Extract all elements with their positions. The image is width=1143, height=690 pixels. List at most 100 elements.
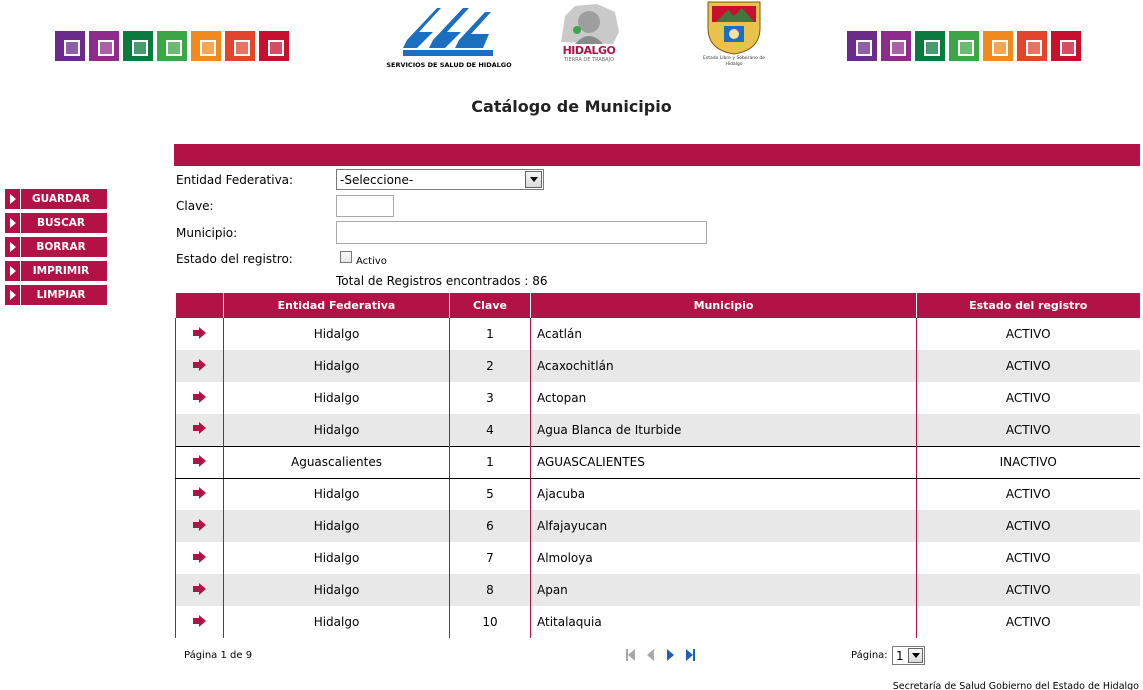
arrow-right-icon[interactable] <box>193 358 206 371</box>
arrow-right-icon[interactable] <box>193 422 206 435</box>
arrow-right-icon[interactable] <box>193 582 206 595</box>
color-square-icon <box>157 31 187 61</box>
imprimir-button[interactable]: IMPRIMIR <box>5 261 107 281</box>
cell-estado: ACTIVO <box>916 606 1140 638</box>
table-row[interactable]: Aguascalientes 1 AGUASCALIENTES INACTIVO <box>175 445 1140 479</box>
cell-entidad: Hidalgo <box>223 414 450 446</box>
table-row[interactable]: Hidalgo 8 Apan ACTIVO <box>175 574 1140 606</box>
arrow-right-icon[interactable] <box>193 390 206 403</box>
limpiar-button[interactable]: LIMPIAR <box>5 285 107 305</box>
chevron-down-icon[interactable] <box>908 648 923 663</box>
chevron-down-icon[interactable] <box>525 171 542 188</box>
color-square-icon <box>1051 31 1081 61</box>
header: SERVICIOS DE SALUD DE HIDALGO HIDALGO TI… <box>0 0 1143 78</box>
cell-clave: 3 <box>449 382 531 414</box>
table-row[interactable]: Hidalgo 3 Actopan ACTIVO <box>175 382 1140 414</box>
limpiar-button-label: LIMPIAR <box>36 289 86 301</box>
cell-entidad: Hidalgo <box>223 318 450 350</box>
row-select-cell[interactable] <box>175 318 224 350</box>
row-select-cell[interactable] <box>175 606 224 638</box>
cell-clave: 2 <box>449 350 531 382</box>
guardar-button[interactable]: GUARDAR <box>5 189 107 209</box>
cell-entidad: Hidalgo <box>223 382 450 414</box>
arrow-right-icon[interactable] <box>193 454 206 467</box>
row-select-cell[interactable] <box>175 542 224 574</box>
logo-hidalgo: HIDALGO TIERRA DE TRABAJO <box>553 2 625 72</box>
table-row[interactable]: Hidalgo 4 Agua Blanca de Iturbide ACTIVO <box>175 414 1140 446</box>
arrow-right-icon[interactable] <box>193 486 206 499</box>
table-row[interactable]: Hidalgo 2 Acaxochitlán ACTIVO <box>175 350 1140 382</box>
cell-entidad: Aguascalientes <box>223 445 450 479</box>
next-page-icon[interactable] <box>663 648 677 662</box>
arrow-right-icon[interactable] <box>193 326 206 339</box>
buscar-button[interactable]: BUSCAR <box>5 213 107 233</box>
cell-estado: INACTIVO <box>916 445 1140 479</box>
borrar-button[interactable]: BORRAR <box>5 237 107 257</box>
escudo-logo-text: Estado Libre y Soberano de Hidalgo <box>703 56 765 67</box>
row-select-cell[interactable] <box>175 445 224 479</box>
column-header-estado[interactable]: Estado del registro <box>916 293 1140 318</box>
arrow-right-icon[interactable] <box>193 614 206 627</box>
color-square-icon <box>847 31 877 61</box>
cell-municipio: Ajacuba <box>530 478 917 510</box>
column-header-entidad[interactable]: Entidad Federativa <box>223 293 450 318</box>
color-square-icon <box>55 31 85 61</box>
column-header-clave[interactable]: Clave <box>449 293 531 318</box>
cell-estado: ACTIVO <box>916 350 1140 382</box>
last-page-icon[interactable] <box>683 648 697 662</box>
entidad-label: Entidad Federativa: <box>176 173 294 187</box>
clave-input[interactable] <box>336 195 394 217</box>
municipio-label: Municipio: <box>176 226 238 240</box>
arrow-right-icon[interactable] <box>193 518 206 531</box>
table-header-row: Entidad Federativa Clave Municipio Estad… <box>175 293 1140 318</box>
color-square-icon <box>225 31 255 61</box>
activo-checkbox[interactable] <box>340 251 352 263</box>
play-arrow-icon <box>5 213 21 233</box>
cell-clave: 5 <box>449 478 531 510</box>
cell-municipio: Apan <box>530 574 917 606</box>
cell-entidad: Hidalgo <box>223 606 450 638</box>
cell-estado: ACTIVO <box>916 478 1140 510</box>
column-header-municipio[interactable]: Municipio <box>530 293 917 318</box>
cell-municipio: Acatlán <box>530 318 917 350</box>
municipios-table: Entidad Federativa Clave Municipio Estad… <box>175 293 1140 638</box>
left-color-squares <box>55 31 289 61</box>
row-select-cell[interactable] <box>175 350 224 382</box>
table-row[interactable]: Hidalgo 1 Acatlán ACTIVO <box>175 318 1140 350</box>
cell-clave: 7 <box>449 542 531 574</box>
cell-estado: ACTIVO <box>916 542 1140 574</box>
row-select-cell[interactable] <box>175 574 224 606</box>
footer-text: Secretaría de Salud Gobierno del Estado … <box>892 681 1139 690</box>
table-row[interactable]: Hidalgo 10 Atitalaquia ACTIVO <box>175 606 1140 638</box>
guardar-button-label: GUARDAR <box>32 193 90 205</box>
right-color-squares <box>847 31 1081 61</box>
cell-municipio: Agua Blanca de Iturbide <box>530 414 917 446</box>
cell-estado: ACTIVO <box>916 574 1140 606</box>
first-page-icon[interactable] <box>623 648 637 662</box>
sidebar-actions: GUARDAR BUSCAR BORRAR IMPRIMIR LIMPIAR <box>5 189 107 309</box>
color-square-icon <box>983 31 1013 61</box>
entidad-select[interactable]: -Seleccione- <box>336 169 544 190</box>
borrar-button-label: BORRAR <box>36 241 86 253</box>
prev-page-icon[interactable] <box>643 648 657 662</box>
color-square-icon <box>259 31 289 61</box>
cell-municipio: Atitalaquia <box>530 606 917 638</box>
page-title: Catálogo de Municipio <box>471 97 672 116</box>
table-row[interactable]: Hidalgo 6 Alfajayucan ACTIVO <box>175 510 1140 542</box>
row-select-cell[interactable] <box>175 478 224 510</box>
row-select-cell[interactable] <box>175 510 224 542</box>
row-select-cell[interactable] <box>175 414 224 446</box>
color-square-icon <box>89 31 119 61</box>
page-select[interactable]: 1 <box>892 646 925 665</box>
column-header-select <box>175 293 224 318</box>
logo-servicios-salud: SERVICIOS DE SALUD DE HIDALGO <box>385 0 513 72</box>
color-square-icon <box>881 31 911 61</box>
arrow-right-icon[interactable] <box>193 550 206 563</box>
municipio-input[interactable] <box>336 221 707 244</box>
table-row[interactable]: Hidalgo 7 Almoloya ACTIVO <box>175 542 1140 574</box>
cell-clave: 1 <box>449 445 531 479</box>
row-select-cell[interactable] <box>175 382 224 414</box>
color-square-icon <box>191 31 221 61</box>
table-row[interactable]: Hidalgo 5 Ajacuba ACTIVO <box>175 478 1140 510</box>
cell-municipio: Alfajayucan <box>530 510 917 542</box>
